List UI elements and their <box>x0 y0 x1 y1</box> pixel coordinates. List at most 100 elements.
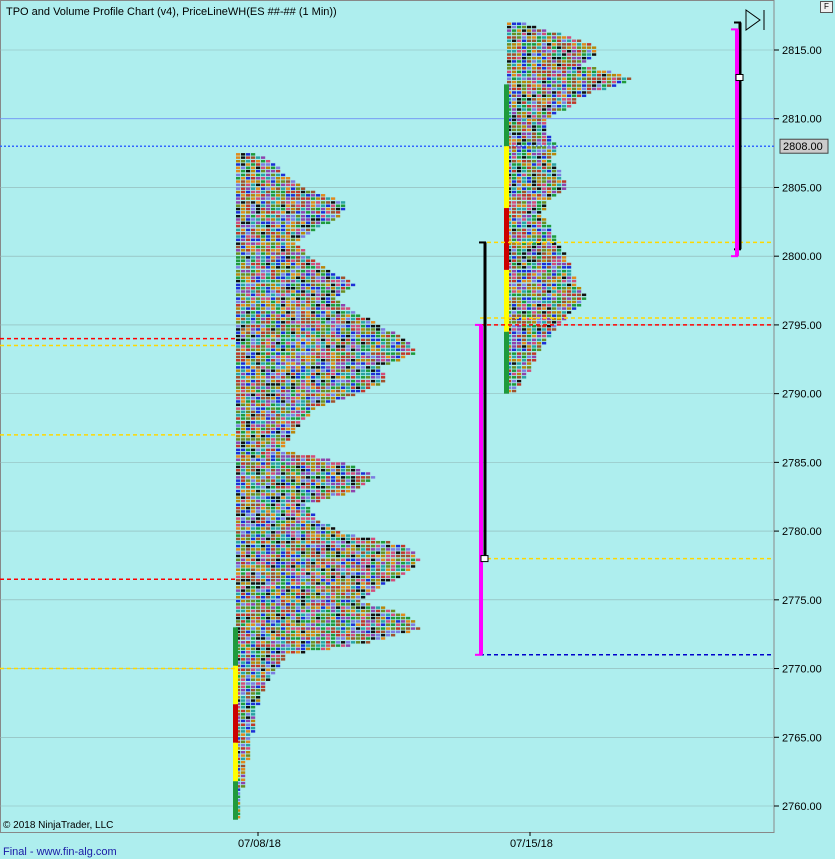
tpo-cell <box>522 252 527 255</box>
tpo-cell <box>296 637 301 640</box>
tpo-cell <box>276 641 281 644</box>
tpo-cell <box>236 163 241 166</box>
tpo-cell <box>241 424 246 427</box>
tpo-cell <box>517 29 522 32</box>
tpo-cell <box>251 369 256 372</box>
tpo-cell <box>246 431 251 434</box>
tpo-cell <box>406 623 411 626</box>
tpo-cell <box>301 211 306 214</box>
tpo-cell <box>311 551 316 554</box>
tpo-cell <box>246 523 251 527</box>
tpo-cell <box>236 613 241 617</box>
tpo-cell <box>276 211 281 214</box>
tpo-cell <box>251 228 256 232</box>
tpo-cell <box>517 355 522 359</box>
tpo-cell <box>356 637 361 640</box>
tpo-cell <box>517 43 522 46</box>
tpo-cell <box>512 269 517 273</box>
tpo-cell <box>306 355 311 359</box>
chart-properties-button[interactable]: F <box>820 1 833 13</box>
tpo-cell <box>256 169 261 173</box>
tpo-cell <box>587 56 592 60</box>
tpo-cell <box>241 455 246 458</box>
tpo-cell <box>537 307 542 310</box>
tpo-cell <box>311 314 316 317</box>
tpo-cell <box>577 290 582 293</box>
tpo-cell <box>331 489 336 493</box>
tpo-cell <box>532 334 537 338</box>
tpo-cell <box>256 575 261 579</box>
tpo-cell <box>527 139 532 142</box>
tpo-cell <box>246 595 251 599</box>
tpo-cell <box>557 190 562 194</box>
tpo-cell <box>346 609 351 613</box>
tpo-cell <box>266 647 271 651</box>
tpo-cell <box>236 224 241 228</box>
tpo-cell <box>266 400 271 403</box>
tpo-cell <box>236 328 241 331</box>
tpo-cell <box>381 627 386 630</box>
tpo-cell <box>336 630 341 634</box>
tpo-chart[interactable]: 2760.002765.002770.002775.002780.002785.… <box>0 0 835 859</box>
tpo-cell <box>291 224 296 228</box>
tpo-cell <box>281 441 286 444</box>
tpo-cell <box>266 641 271 644</box>
tpo-cell <box>356 572 361 575</box>
tpo-cell <box>286 482 291 486</box>
tpo-cell <box>512 379 517 383</box>
tpo-cell <box>271 578 276 582</box>
tpo-cell <box>241 242 246 245</box>
tpo-cell <box>326 389 331 393</box>
tpo-cell <box>321 527 326 530</box>
tpo-cell <box>236 589 241 592</box>
tpo-cell <box>331 379 336 383</box>
tpo-cell <box>261 400 266 403</box>
tpo-cell <box>557 290 562 293</box>
tpo-cell <box>542 187 547 190</box>
tpo-cell <box>291 489 296 493</box>
tpo-cell <box>296 376 301 379</box>
tpo-cell <box>241 575 246 579</box>
tpo-cell <box>276 177 281 180</box>
tpo-cell <box>291 482 296 486</box>
tpo-cell <box>316 575 321 579</box>
tpo-cell <box>316 641 321 644</box>
tpo-cell <box>271 376 276 379</box>
tpo-cell <box>311 338 316 342</box>
tpo-cell <box>246 716 251 719</box>
initial-balance-segment <box>504 331 509 394</box>
tpo-cell <box>286 304 291 307</box>
tpo-cell <box>326 317 331 321</box>
tpo-cell <box>261 242 266 245</box>
tpo-cell <box>306 386 311 389</box>
tpo-cell <box>557 307 562 310</box>
tpo-cell <box>522 228 527 232</box>
tpo-cell <box>286 537 291 541</box>
tpo-cell <box>366 338 371 342</box>
tpo-cell <box>286 400 291 403</box>
tpo-cell <box>336 633 341 637</box>
tpo-cell <box>246 424 251 427</box>
tpo-cell <box>331 293 336 297</box>
tpo-cell <box>261 376 266 379</box>
tpo-cell <box>301 334 306 338</box>
tpo-cell <box>507 25 512 29</box>
tpo-cell <box>306 595 311 599</box>
tpo-cell <box>522 211 527 214</box>
tpo-cell <box>567 70 572 74</box>
tpo-cell <box>266 540 271 544</box>
tpo-cell <box>261 166 266 170</box>
tpo-cell <box>266 362 271 365</box>
footer-link[interactable]: Final - www.fin-alg.com <box>3 846 117 858</box>
tpo-cell <box>291 503 296 507</box>
tpo-cell <box>366 554 371 558</box>
tpo-cell <box>376 568 381 571</box>
tpo-cell <box>241 389 246 393</box>
tpo-cell <box>537 77 542 80</box>
tpo-cell <box>251 359 256 362</box>
tpo-cell <box>542 46 547 49</box>
tpo-cell <box>251 558 256 562</box>
tpo-cell <box>522 56 527 60</box>
tpo-cell <box>356 482 361 486</box>
tpo-cell <box>316 383 321 386</box>
